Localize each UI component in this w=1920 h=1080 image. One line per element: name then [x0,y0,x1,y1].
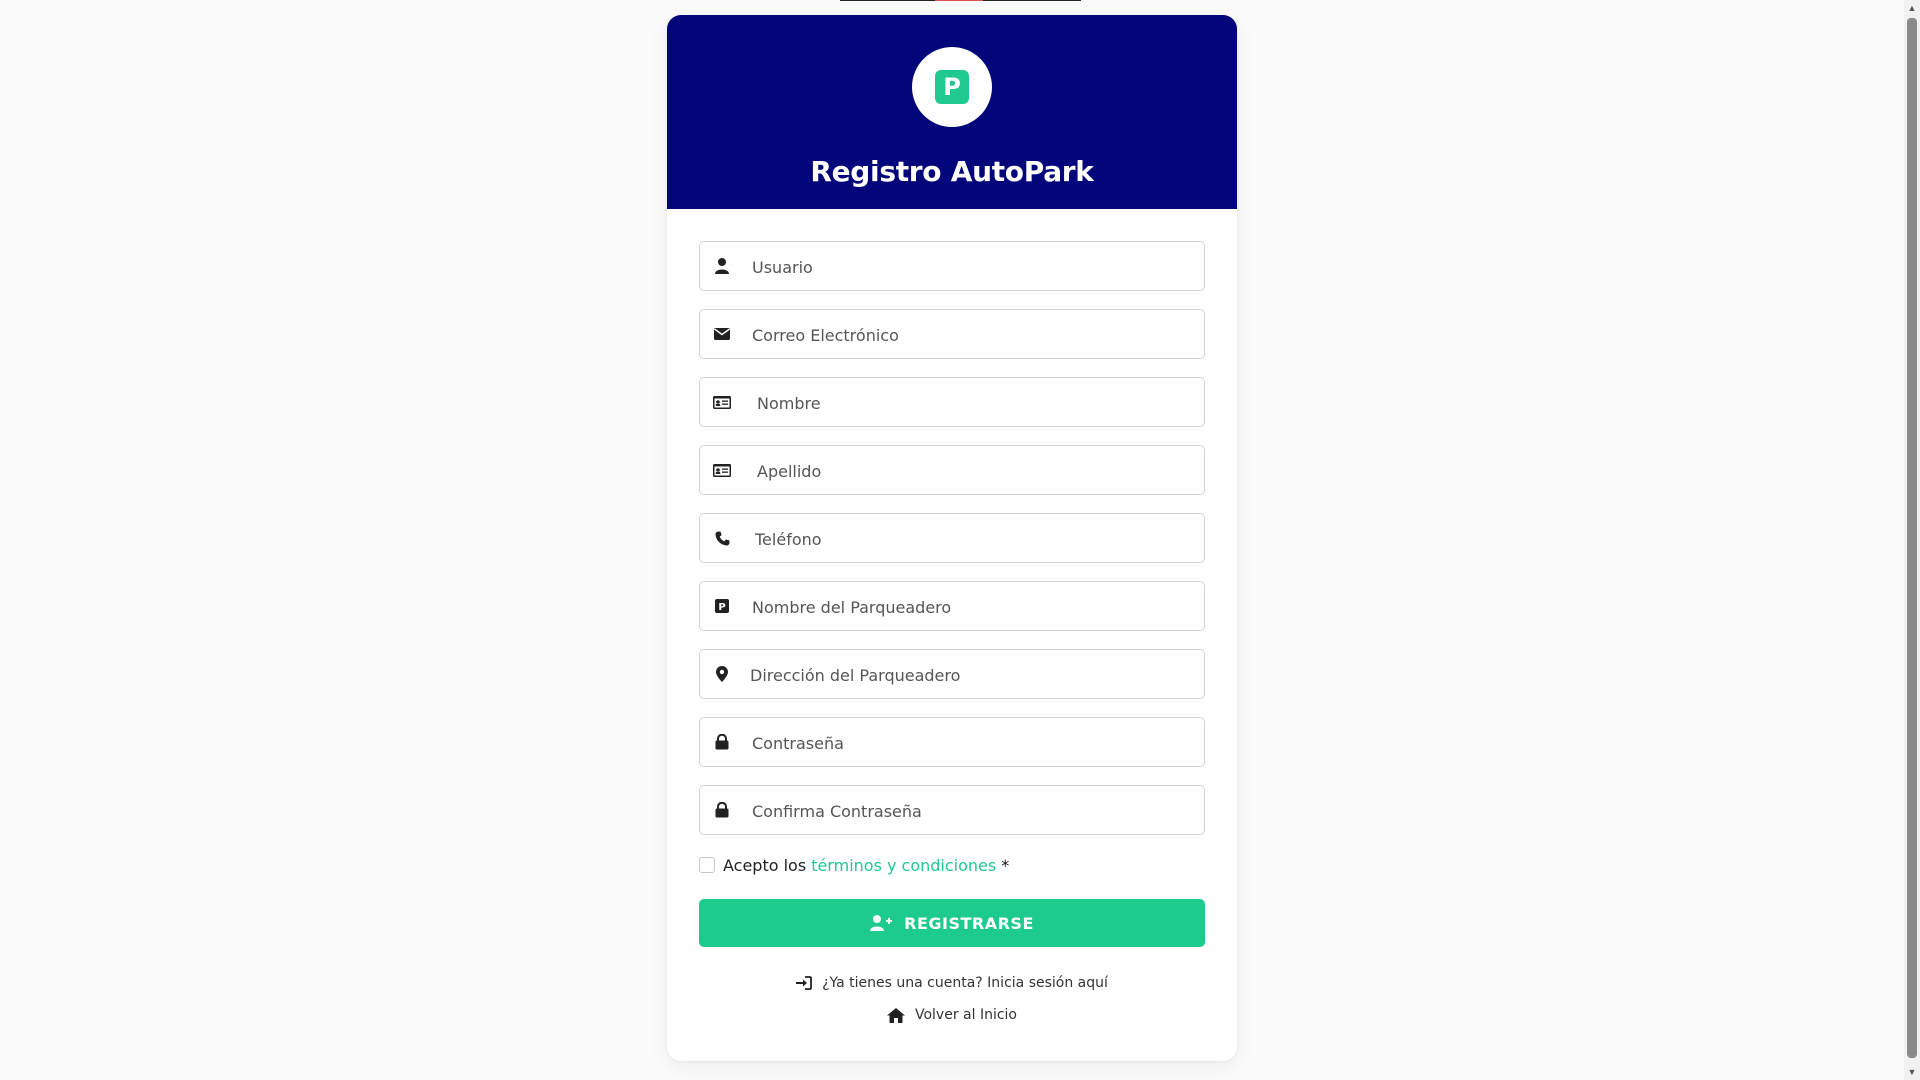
svg-text:P: P [718,602,725,613]
telefono-input[interactable] [753,514,1197,564]
logo: P [912,47,992,127]
telefono-field [699,513,1205,564]
password-field [699,717,1205,768]
terms-prefix: Acepto los [723,855,807,875]
parking-icon: P [712,596,732,616]
user-plus-icon [870,915,893,931]
scroll-down-arrow-icon[interactable]: ▼ [1904,1064,1920,1080]
usuario-field [699,241,1205,292]
top-strip-accent [935,0,983,1]
home-link[interactable]: Volver al Inicio [699,1005,1205,1025]
confirm-password-field [699,785,1205,836]
correo-input[interactable] [750,310,1194,360]
register-card: P Registro AutoPark Usuario Correo Elect… [667,15,1237,1061]
lock-icon [712,800,732,820]
page-title: Registro AutoPark [810,155,1094,188]
parqueadero-field: P [699,581,1205,632]
nombre-field [699,377,1205,428]
sign-in-icon [796,976,812,990]
direccion-input[interactable] [748,650,1192,700]
id-card-icon [712,392,732,412]
card-header: P Registro AutoPark [667,15,1237,209]
confirm-password-input[interactable] [750,786,1194,836]
correo-field [699,309,1205,360]
apellido-input[interactable] [755,446,1199,496]
id-card-icon [712,460,732,480]
phone-icon [712,528,732,548]
terms-link[interactable]: términos y condiciones [811,856,996,875]
nombre-input[interactable] [755,378,1199,428]
terms-row: Acepto los términos y condiciones * [699,853,1205,877]
top-strip [840,0,1081,1]
parking-logo-icon: P [935,70,969,104]
usuario-input[interactable] [750,242,1194,292]
login-link[interactable]: ¿Ya tienes una cuenta? Inicia sesión aqu… [699,973,1205,993]
terms-checkbox[interactable] [699,857,715,873]
register-form: P [699,241,1205,1037]
apellido-field [699,445,1205,496]
register-button-label: REGISTRARSE [904,913,1034,933]
envelope-icon [712,324,732,344]
login-link-text: ¿Ya tienes una cuenta? Inicia sesión aqu… [822,975,1108,991]
scrollbar-thumb[interactable] [1907,18,1917,1058]
page: P Registro AutoPark Usuario Correo Elect… [0,0,1920,1080]
footer-links: ¿Ya tienes una cuenta? Inicia sesión aqu… [699,973,1205,1025]
password-input[interactable] [750,718,1194,768]
lock-icon [712,732,732,752]
user-icon [712,256,732,276]
register-button[interactable]: REGISTRARSE [699,899,1205,947]
direccion-field [699,649,1205,700]
map-marker-icon [712,664,732,684]
scrollbar[interactable]: ▲ ▼ [1904,0,1920,1080]
terms-required-mark: * [1001,855,1010,875]
scroll-up-arrow-icon[interactable]: ▲ [1904,0,1920,16]
home-link-text: Volver al Inicio [914,1007,1017,1023]
home-icon [886,1007,905,1023]
parqueadero-input[interactable] [750,582,1194,632]
